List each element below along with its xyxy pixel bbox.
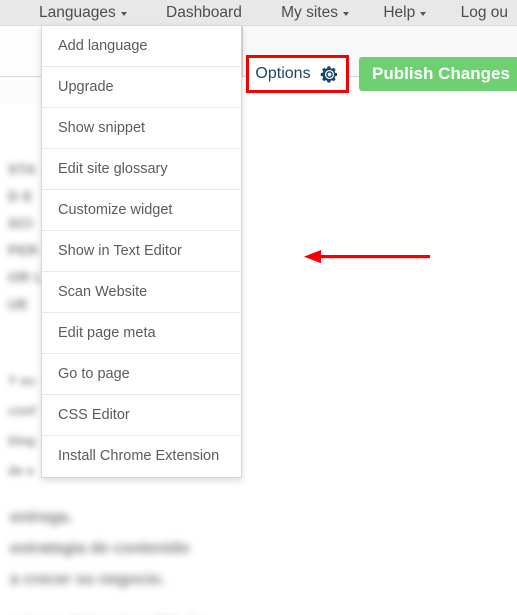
options-button[interactable]: Options [246,55,349,93]
nav-item-label: Log ou [460,4,509,21]
blurred-line: misma. Valore la calidad y [10,609,290,615]
nav-item-languages[interactable]: Languages [30,0,136,25]
menu-item-show-snippet[interactable]: Show snippet [42,108,241,149]
gear-icon [319,64,340,85]
app-root: STA D E SCI PER OR L UE Y su conf blog d… [0,0,517,615]
toolbar-divider [242,26,243,76]
menu-item-scan-website[interactable]: Scan Website [42,272,241,313]
menu-item-add-language[interactable]: Add language [42,26,241,67]
nav-item-help[interactable]: Help [374,0,435,25]
nav-item-label: My sites [281,4,338,21]
blurred-paragraph-2: misma. Valore la calidad y [10,609,290,615]
blurred-line: a crecer su negocio. [10,571,165,588]
nav-item-label: Help [383,4,416,21]
chevron-down-icon [120,11,127,16]
languages-dropdown-menu: Add language Upgrade Show snippet Edit s… [41,26,242,478]
menu-item-show-in-text-editor[interactable]: Show in Text Editor [42,231,241,272]
top-navigation-bar: Languages Dashboard My sites Help Log ou [0,0,517,26]
blurred-line: estrategia de contenido [10,540,190,557]
menu-item-edit-site-glossary[interactable]: Edit site glossary [42,149,241,190]
menu-item-css-editor[interactable]: CSS Editor [42,395,241,436]
nav-item-log-out[interactable]: Log ou [452,0,517,25]
chevron-down-icon [420,11,427,16]
menu-item-upgrade[interactable]: Upgrade [42,67,241,108]
menu-item-go-to-page[interactable]: Go to page [42,354,241,395]
options-button-label: Options [255,65,311,82]
publish-changes-button[interactable]: Publish Changes [359,57,517,91]
chevron-down-icon [342,11,349,16]
blurred-line: entrega. [10,509,73,526]
nav-item-label: Dashboard [166,4,242,21]
toolbar-left-pad [0,26,43,76]
menu-item-customize-widget[interactable]: Customize widget [42,190,241,231]
nav-item-dashboard[interactable]: Dashboard [157,0,251,25]
nav-item-my-sites[interactable]: My sites [272,0,358,25]
blurred-paragraph: entrega. estrategia de contenido a crece… [10,502,270,595]
nav-item-label: Languages [39,4,116,21]
menu-item-edit-page-meta[interactable]: Edit page meta [42,313,241,354]
menu-item-install-chrome-extension[interactable]: Install Chrome Extension [42,436,241,477]
